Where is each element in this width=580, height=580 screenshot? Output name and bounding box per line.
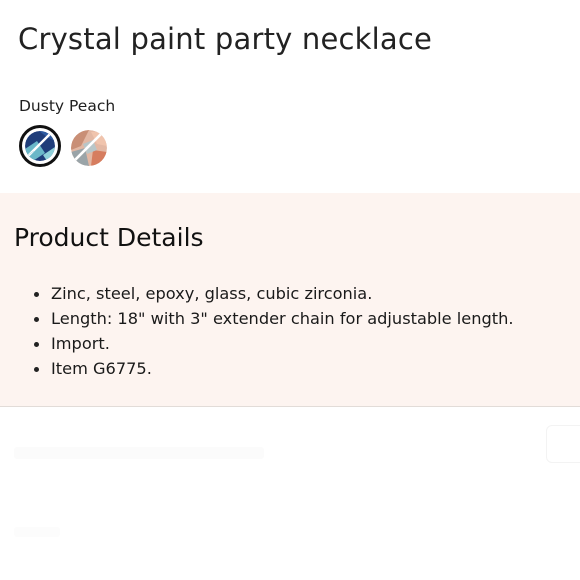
crystal-swatch-icon (25, 131, 55, 161)
crystal-swatch-icon (71, 130, 107, 166)
product-header: Crystal paint party necklace Dusty Peach (0, 0, 580, 192)
lower-content-area (0, 407, 580, 580)
product-details-heading: Product Details (14, 223, 204, 252)
faint-edge-button (546, 425, 580, 463)
list-item: Item G6775. (0, 356, 514, 381)
selected-color-label: Dusty Peach (19, 97, 116, 115)
product-details: Product Details Zinc, steel, epoxy, glas… (0, 193, 580, 407)
color-swatch-selected[interactable] (19, 125, 61, 167)
product-page: Crystal paint party necklace Dusty Peach (0, 0, 580, 580)
faint-placeholder-small (14, 527, 60, 537)
faint-placeholder (14, 447, 264, 459)
list-item: Import. (0, 331, 514, 356)
product-details-list: Zinc, steel, epoxy, glass, cubic zirconi… (0, 281, 514, 381)
list-item: Zinc, steel, epoxy, glass, cubic zirconi… (0, 281, 514, 306)
color-swatch-dusty-peach[interactable] (71, 130, 107, 166)
list-item: Length: 18" with 3" extender chain for a… (0, 306, 514, 331)
product-title: Crystal paint party necklace (18, 22, 433, 56)
